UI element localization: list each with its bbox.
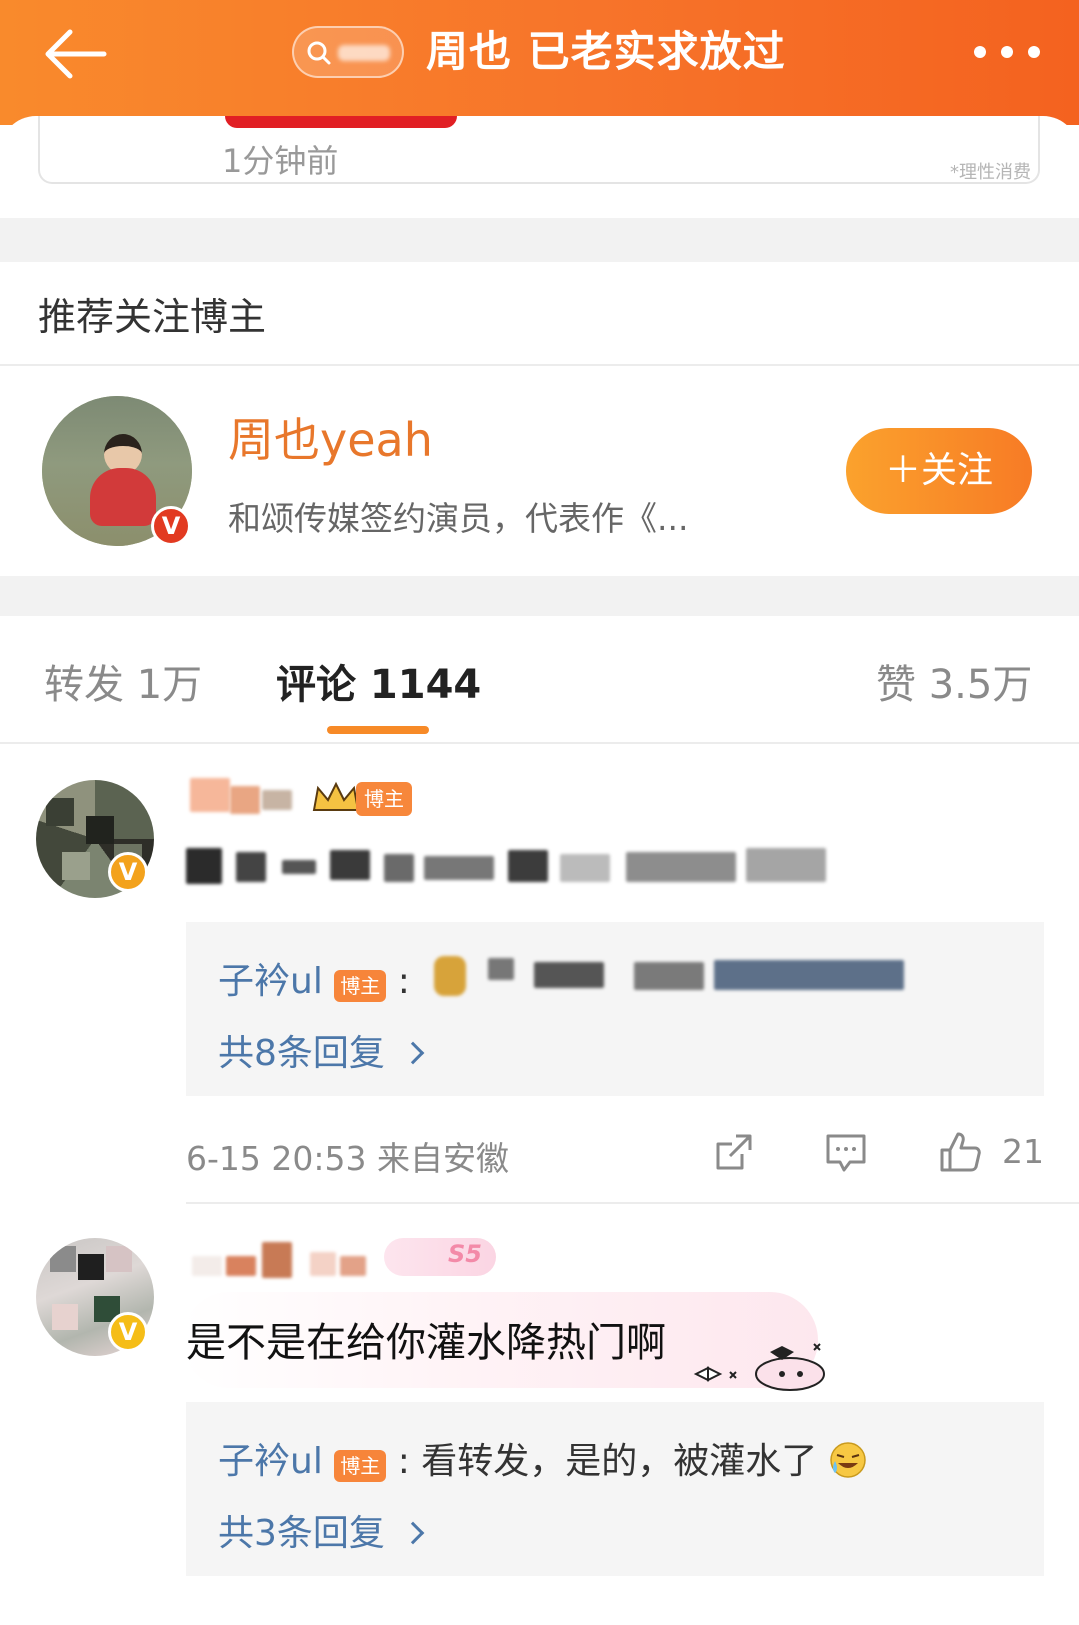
- laugh-cry-emoji-icon: [830, 1442, 866, 1478]
- thumbs-up-icon[interactable]: [938, 1130, 982, 1174]
- like-count: 21: [1002, 1132, 1044, 1171]
- reply-username[interactable]: 子衿ul: [218, 961, 323, 1002]
- ad-red-strip: [225, 116, 457, 128]
- fan-level-label: S5: [448, 1240, 482, 1268]
- reply-preview-line: 子衿ul 博主 : 看转发，是的，被灌水了: [218, 1432, 867, 1484]
- reply-preview-box[interactable]: 子衿ul 博主 : 共8条回复: [186, 922, 1044, 1096]
- blurred-comment-text: [424, 856, 494, 880]
- blurred-reply-text: [534, 962, 604, 988]
- blurred-comment-text: [236, 852, 266, 882]
- comment-text: 是不是在给你灌水降热门啊: [186, 1320, 666, 1366]
- blurred-username: [190, 778, 230, 812]
- reply-count-label: 共3条回复: [218, 1513, 385, 1554]
- blurred-comment-text: [560, 854, 610, 882]
- reply-text: : 看转发，是的，被灌水了: [397, 1441, 818, 1482]
- crown-icon: [312, 781, 360, 811]
- top-header: 周也 已老实求放过: [0, 0, 1079, 125]
- blurred-reply-text: [634, 962, 704, 990]
- blurred-username: [310, 1252, 336, 1276]
- verified-badge: V: [151, 506, 191, 546]
- blurred-hot-label: [338, 45, 390, 61]
- reply-count-link[interactable]: 共3条回复: [218, 1504, 425, 1556]
- reply-count-link[interactable]: 共8条回复: [218, 1024, 425, 1076]
- bow-sticker-icon: [693, 1343, 825, 1391]
- page-title: 周也 已老实求放过: [426, 27, 786, 76]
- follow-button[interactable]: ＋关注: [846, 428, 1032, 514]
- blurred-reply-text: [714, 960, 904, 990]
- more-horizontal-icon[interactable]: [972, 44, 1042, 60]
- divider: [0, 742, 1079, 744]
- blurred-comment-text: [508, 850, 548, 882]
- ad-time: 1分钟前: [222, 142, 339, 180]
- blurred-username: [192, 1256, 222, 1276]
- comment-icon[interactable]: [824, 1130, 868, 1174]
- reply-colon: :: [397, 961, 410, 1002]
- divider: [186, 1202, 1079, 1204]
- reply-preview-box[interactable]: 子衿ul 博主 : 看转发，是的，被灌水了 共3条回复: [186, 1402, 1044, 1576]
- blurred-emoji: [434, 956, 466, 996]
- search-pill[interactable]: [292, 26, 404, 78]
- search-icon: [307, 41, 331, 65]
- blurred-comment-text: [626, 852, 736, 882]
- blurred-comment-text: [186, 848, 222, 884]
- chevron-right-icon: [401, 1521, 425, 1545]
- share-icon[interactable]: [712, 1130, 756, 1174]
- tab-like[interactable]: 赞 3.5万: [876, 652, 1032, 710]
- comment-meta: 6-15 20:53 来自安徽: [186, 1139, 509, 1178]
- reply-count-label: 共8条回复: [218, 1033, 385, 1074]
- blurred-username: [230, 786, 260, 814]
- blogger-description: 和颂传媒签约演员，代表作《...: [228, 499, 689, 538]
- fan-level-badge: S5: [384, 1238, 496, 1276]
- section-divider: [0, 218, 1079, 262]
- verified-badge: V: [108, 852, 148, 892]
- chevron-right-icon: [401, 1041, 425, 1065]
- blurred-comment-text: [282, 860, 316, 874]
- recommend-title: 推荐关注博主: [38, 295, 267, 339]
- blogger-tag: 博主: [356, 782, 412, 816]
- blurred-username: [262, 790, 292, 810]
- reply-username[interactable]: 子衿ul: [218, 1441, 323, 1482]
- section-divider: [0, 576, 1079, 616]
- divider: [0, 364, 1079, 366]
- blogger-name[interactable]: 周也yeah: [228, 404, 433, 470]
- blogger-tag: 博主: [334, 1450, 387, 1482]
- verified-badge: V: [108, 1312, 148, 1352]
- blurred-comment-text: [384, 854, 414, 882]
- blurred-comment-text: [746, 848, 826, 882]
- tab-comment[interactable]: 评论 1144: [276, 652, 481, 710]
- active-tab-indicator: [327, 726, 429, 734]
- arrow-left-icon[interactable]: [40, 28, 110, 80]
- blurred-comment-text: [330, 850, 370, 880]
- tab-repost[interactable]: 转发 1万: [44, 652, 202, 710]
- reply-preview-line: 子衿ul 博主 :: [218, 952, 410, 1004]
- ad-note: *理性消费: [950, 162, 1031, 183]
- blogger-tag: 博主: [334, 970, 387, 1002]
- blurred-username: [226, 1256, 256, 1276]
- blurred-reply-text: [488, 958, 514, 980]
- blurred-username: [262, 1242, 292, 1278]
- blurred-username: [340, 1256, 366, 1276]
- ad-card[interactable]: [38, 116, 1040, 184]
